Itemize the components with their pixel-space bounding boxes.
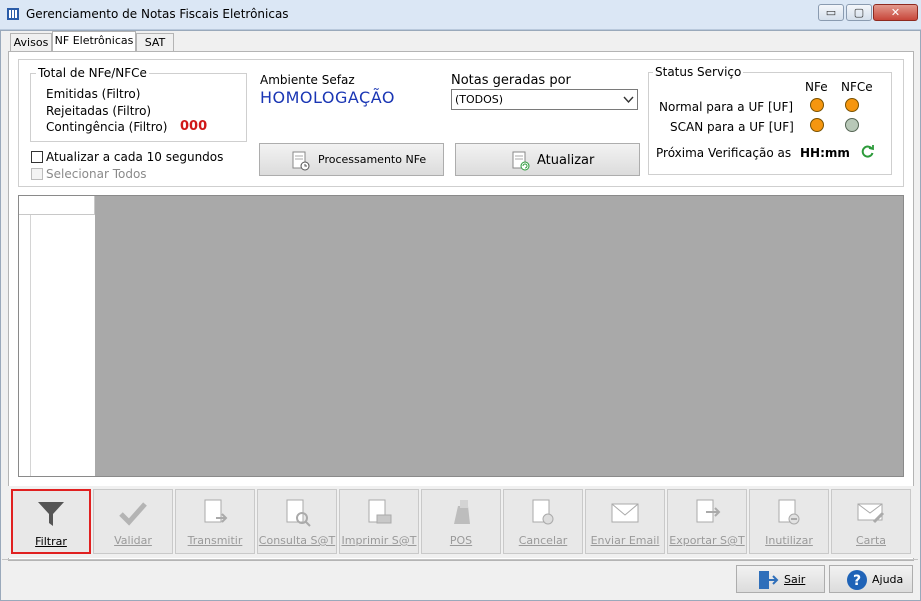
- col-nfe-header: NFe: [805, 80, 828, 94]
- ajuda-label: Ajuda: [872, 573, 904, 586]
- ambiente-value: HOMOLOGAÇÃO: [260, 88, 395, 107]
- chevron-down-icon: [623, 96, 634, 104]
- carta-label: Carta: [856, 534, 886, 547]
- processamento-label: Processamento NFe: [318, 153, 427, 166]
- tab-avisos[interactable]: Avisos: [10, 33, 52, 51]
- status-scan-nfce-indicator: [845, 118, 859, 132]
- proxima-verificacao-time: HH:mm: [800, 146, 850, 160]
- proxima-verificacao-label: Próxima Verificação as: [656, 146, 792, 160]
- totals-legend: Total de NFe/NFCe: [36, 66, 149, 80]
- cancelar-button[interactable]: Cancelar: [503, 489, 583, 554]
- emitidas-label: Emitidas (Filtro): [46, 87, 141, 101]
- enviar-email-button[interactable]: Enviar Email: [585, 489, 665, 554]
- maximize-button[interactable]: ▢: [846, 4, 872, 21]
- select-all-checkbox[interactable]: [31, 168, 43, 180]
- window-title: Gerenciamento de Notas Fiscais Eletrônic…: [26, 7, 289, 21]
- check-icon: [119, 502, 147, 526]
- tab-sat[interactable]: SAT: [136, 33, 174, 51]
- help-icon: ?: [847, 570, 867, 590]
- auto-refresh-label: Atualizar a cada 10 segundos: [46, 150, 224, 164]
- validar-button[interactable]: Validar: [93, 489, 173, 554]
- auto-refresh-checkbox[interactable]: [31, 151, 43, 163]
- disable-doc-icon: [778, 499, 800, 525]
- exportar-sat-button[interactable]: Exportar S@T: [667, 489, 747, 554]
- atualizar-label: Atualizar: [537, 153, 595, 168]
- pos-button[interactable]: POS: [421, 489, 501, 554]
- minimize-icon: ▭: [825, 6, 837, 19]
- email-icon: [611, 503, 639, 523]
- document-clock-icon: [292, 151, 310, 171]
- sair-label: Sair: [784, 573, 806, 586]
- status-normal-nfe-indicator: [810, 98, 824, 112]
- scan-uf-label: SCAN para a UF [UF]: [670, 120, 794, 134]
- validar-label: Validar: [114, 534, 152, 547]
- tab-label: NF Eletrônicas: [54, 34, 134, 47]
- cancelar-label: Cancelar: [518, 534, 568, 547]
- transmitir-button[interactable]: Transmitir: [175, 489, 255, 554]
- filtrar-label: Filtrar: [35, 535, 67, 548]
- imprimir-sat-button[interactable]: Imprimir S@T: [339, 489, 419, 554]
- svg-text:?: ?: [853, 573, 861, 589]
- sair-button[interactable]: Sair: [736, 565, 825, 593]
- grid-corner-header: [19, 196, 95, 215]
- maximize-icon: ▢: [853, 6, 865, 19]
- refresh-document-icon: [512, 151, 530, 171]
- grid-row-selector: [19, 215, 31, 476]
- transmit-icon: [204, 499, 228, 523]
- close-icon: ✕: [890, 6, 901, 19]
- atualizar-button[interactable]: Atualizar: [455, 143, 640, 176]
- minimize-button[interactable]: ▭: [818, 4, 844, 21]
- normal-uf-label: Normal para a UF [UF]: [659, 100, 794, 114]
- tab-label: Avisos: [13, 36, 49, 49]
- col-nfce-header: NFCe: [841, 80, 873, 94]
- title-bar: Gerenciamento de Notas Fiscais Eletrônic…: [0, 0, 921, 30]
- cancel-doc-icon: [532, 499, 554, 525]
- ajuda-button[interactable]: ? Ajuda: [829, 565, 913, 593]
- exit-door-icon: [759, 571, 779, 589]
- rejeitadas-label: Rejeitadas (Filtro): [46, 104, 152, 118]
- footer-divider: [2, 559, 918, 560]
- print-icon: [368, 499, 392, 524]
- pos-label: POS: [449, 534, 473, 547]
- notas-label: Notas geradas por: [451, 73, 571, 88]
- filtrar-button[interactable]: Filtrar: [11, 489, 91, 554]
- exportar-sat-label: Exportar S@T: [669, 534, 745, 547]
- enviar-email-label: Enviar Email: [590, 534, 660, 547]
- carta-button[interactable]: Carta: [831, 489, 911, 554]
- transmitir-label: Transmitir: [187, 534, 243, 547]
- filter-icon: [38, 502, 64, 526]
- grid-first-column: [31, 215, 95, 476]
- inutilizar-label: Inutilizar: [765, 534, 813, 547]
- refresh-icon[interactable]: [860, 144, 875, 159]
- contingencia-value: 000: [180, 119, 208, 134]
- imprimir-sat-label: Imprimir S@T: [341, 534, 417, 547]
- status-normal-nfce-indicator: [845, 98, 859, 112]
- inutilizar-button[interactable]: Inutilizar: [749, 489, 829, 554]
- export-icon: [696, 499, 721, 523]
- data-grid[interactable]: [18, 195, 904, 477]
- tab-nf-eletronicas[interactable]: NF Eletrônicas: [52, 31, 136, 52]
- pos-icon: [454, 500, 470, 524]
- notas-selected-value: (TODOS): [455, 93, 504, 106]
- app-icon: [7, 8, 19, 20]
- ambiente-label: Ambiente Sefaz: [260, 73, 355, 87]
- letter-icon: [857, 503, 885, 524]
- status-scan-nfe-indicator: [810, 118, 824, 132]
- consulta-sat-button[interactable]: Consulta S@T: [257, 489, 337, 554]
- status-legend: Status Serviço: [653, 65, 744, 79]
- tab-label: SAT: [144, 36, 166, 49]
- search-doc-icon: [286, 499, 311, 527]
- select-all-label: Selecionar Todos: [46, 167, 147, 181]
- consulta-sat-label: Consulta S@T: [258, 534, 336, 547]
- notas-select[interactable]: (TODOS): [451, 89, 638, 110]
- close-button[interactable]: ✕: [873, 4, 918, 21]
- contingencia-label: Contingência (Filtro): [46, 120, 168, 134]
- processamento-button[interactable]: Processamento NFe: [259, 143, 444, 176]
